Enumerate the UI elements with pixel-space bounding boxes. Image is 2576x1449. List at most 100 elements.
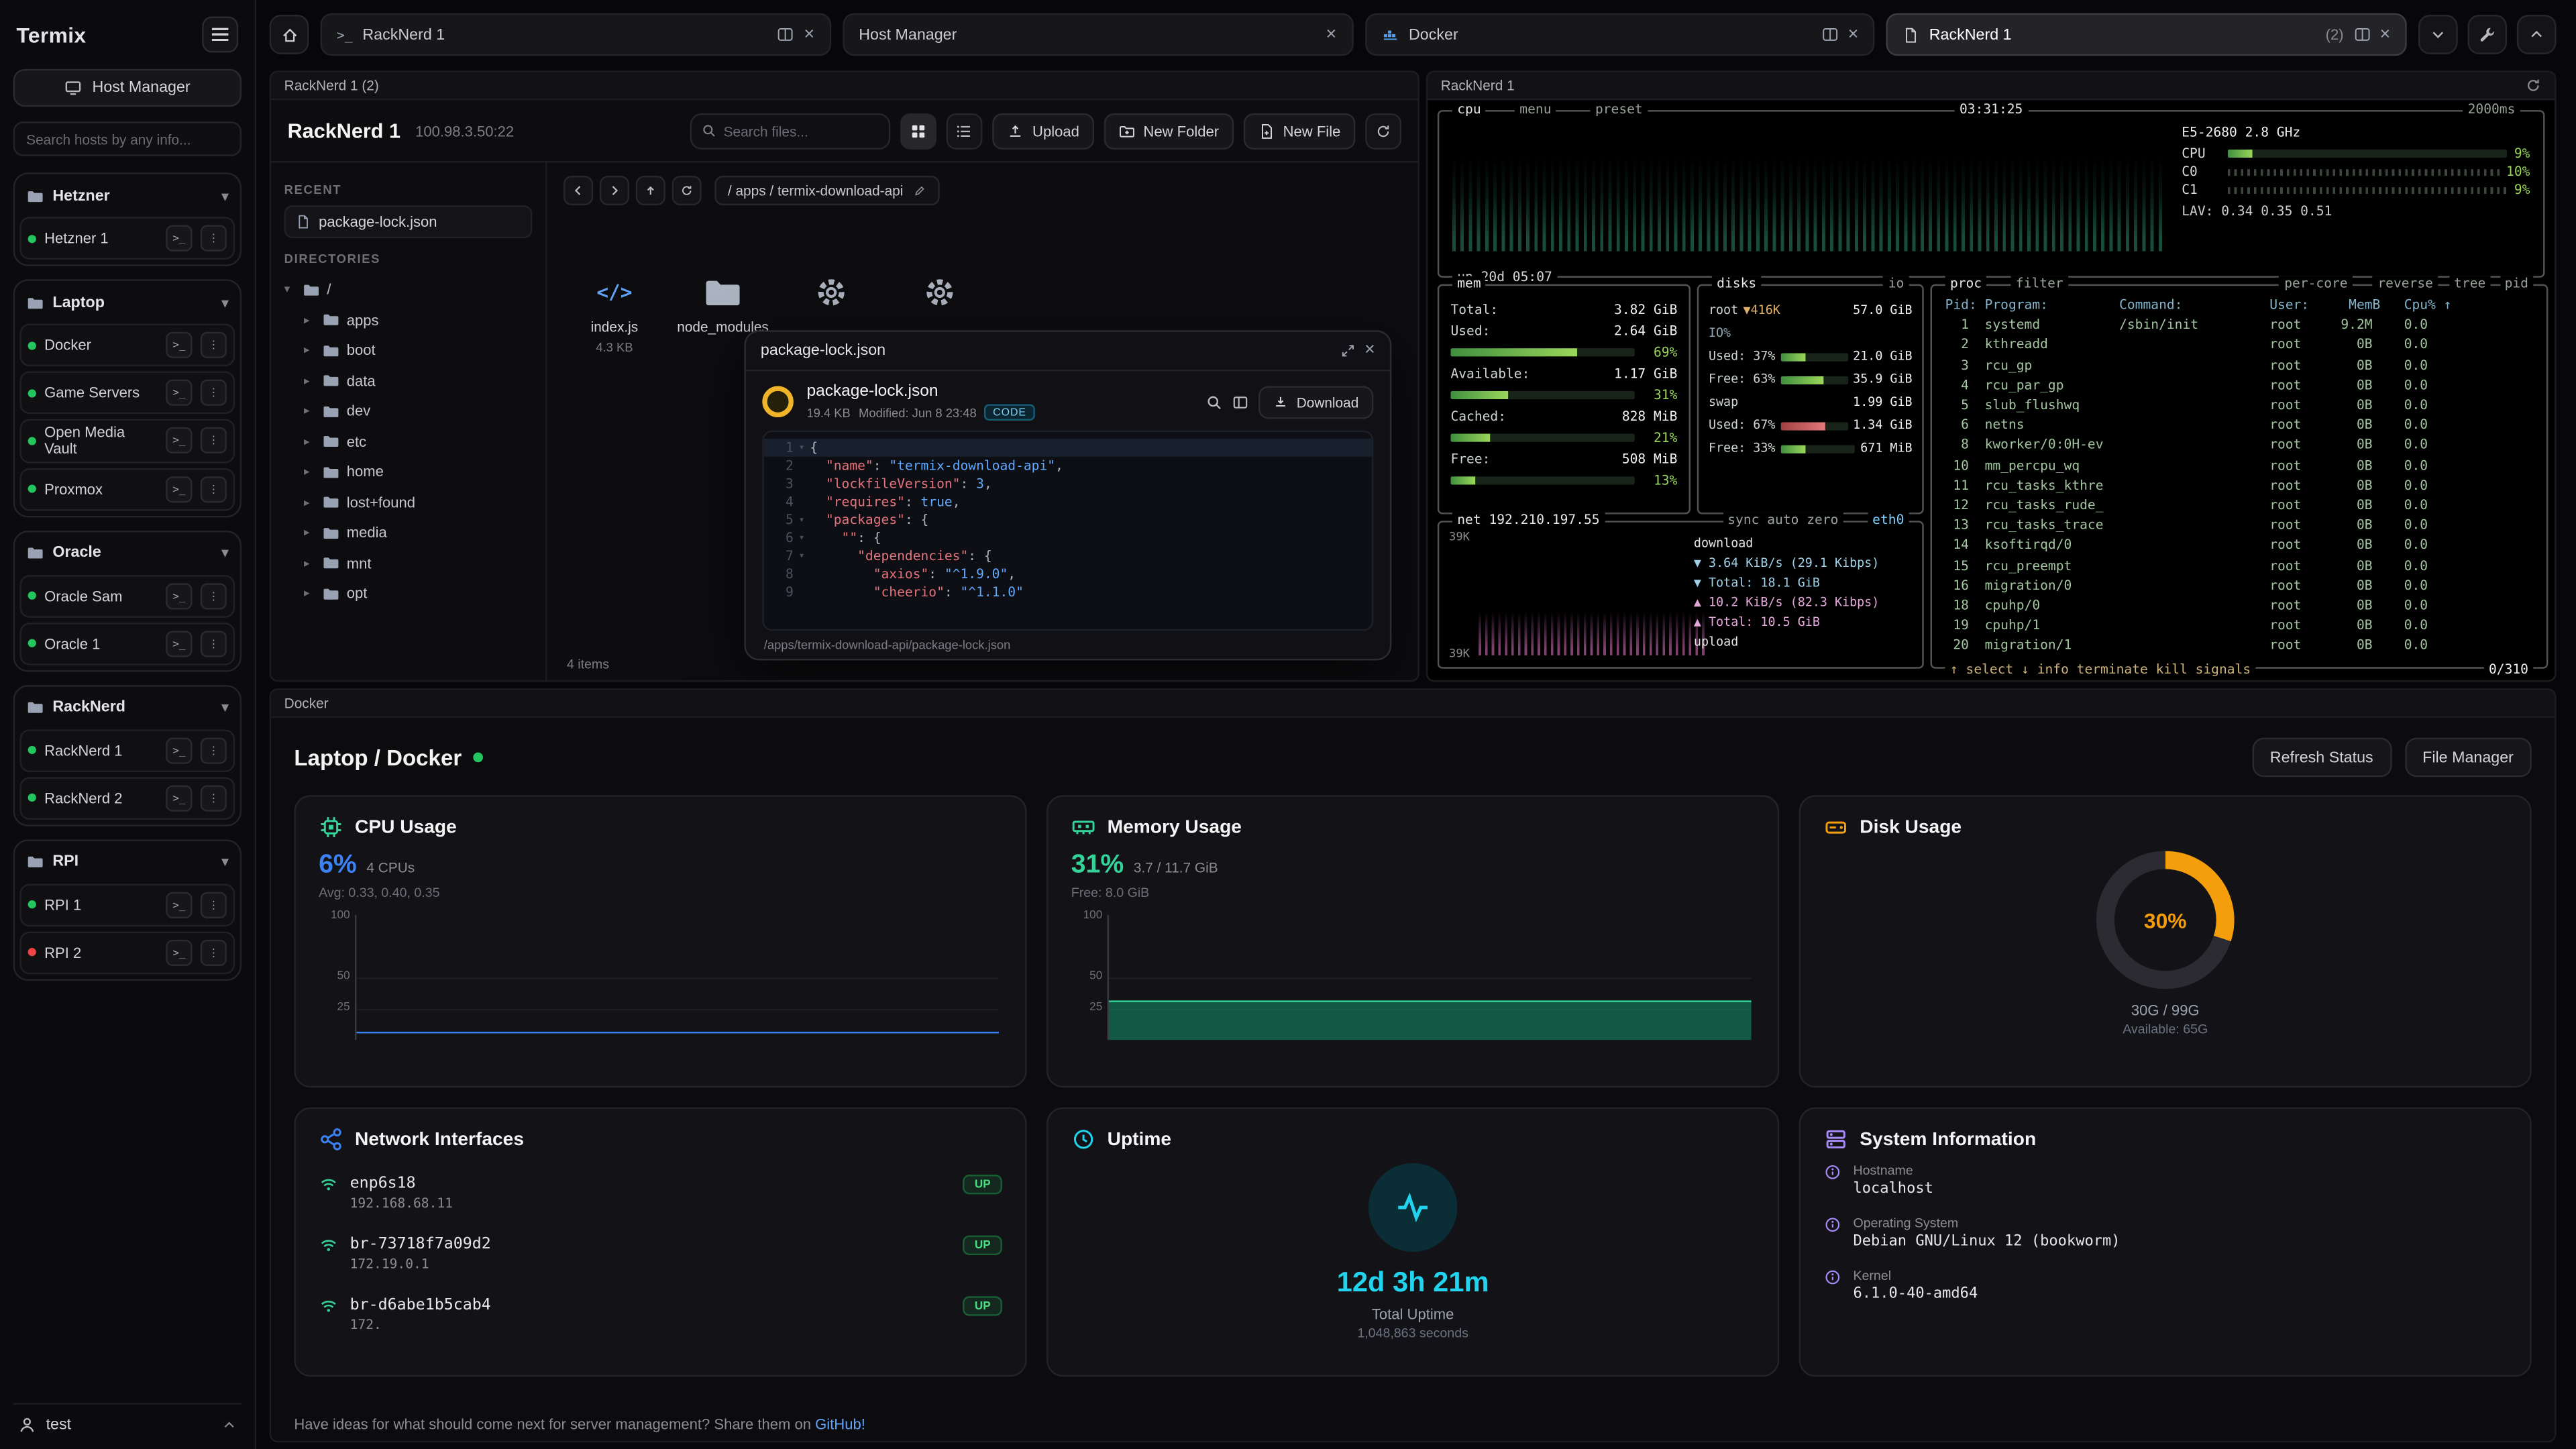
collapse-button[interactable] (2517, 15, 2557, 54)
close-icon[interactable]: × (1326, 25, 1336, 44)
connect-terminal-button[interactable]: >_ (166, 380, 192, 406)
chevron-down-icon[interactable]: ▾ (222, 546, 229, 561)
tab-host-manager[interactable]: Host Manager × (843, 13, 1353, 56)
tree-item-apps[interactable]: ▸apps (284, 305, 533, 335)
reload-button[interactable] (672, 176, 702, 205)
github-link[interactable]: GitHub! (815, 1416, 865, 1432)
download-button[interactable]: Download (1258, 385, 1373, 418)
upload-button[interactable]: Upload (993, 113, 1094, 149)
chevron-down-icon[interactable]: ▾ (222, 188, 229, 203)
host-menu-button[interactable]: ⋮ (201, 332, 227, 358)
list-view-button[interactable] (947, 113, 983, 149)
host-menu-button[interactable]: ⋮ (201, 476, 227, 502)
tree-item-media[interactable]: ▸media (284, 517, 533, 547)
chevron-down-icon[interactable]: ▾ (222, 855, 229, 869)
home-button[interactable] (270, 15, 309, 54)
back-button[interactable] (564, 176, 593, 205)
tree-item-boot[interactable]: ▸boot (284, 335, 533, 366)
tools-button[interactable] (2467, 15, 2507, 54)
terminal[interactable]: cpu menu preset 03:31:25 2000ms E5-2680 … (1428, 100, 2555, 680)
tree-item-data[interactable]: ▸data (284, 366, 533, 396)
close-icon[interactable]: × (1848, 25, 1859, 44)
split-view-icon[interactable] (2353, 26, 2369, 42)
host-search-input[interactable] (13, 121, 241, 156)
host-row[interactable]: RPI 1 >_ ⋮ (19, 883, 235, 926)
refresh-status-button[interactable]: Refresh Status (2252, 738, 2392, 777)
edit-path-icon[interactable] (913, 184, 926, 197)
connect-terminal-button[interactable]: >_ (166, 631, 192, 657)
host-menu-button[interactable]: ⋮ (201, 428, 227, 454)
host-manager-button[interactable]: Host Manager (13, 69, 241, 107)
tree-item-opt[interactable]: ▸opt (284, 578, 533, 608)
tab-docker[interactable]: Docker × (1364, 13, 1875, 56)
host-row[interactable]: Game Servers >_ ⋮ (19, 371, 235, 414)
connect-terminal-button[interactable]: >_ (166, 583, 192, 609)
host-menu-button[interactable]: ⋮ (201, 892, 227, 918)
host-menu-button[interactable]: ⋮ (201, 737, 227, 763)
group-header[interactable]: Hetzner ▾ (19, 179, 235, 212)
new-folder-button[interactable]: New Folder (1104, 113, 1234, 149)
grid-view-button[interactable] (901, 113, 937, 149)
connect-terminal-button[interactable]: >_ (166, 785, 192, 811)
chevron-down-icon[interactable]: ▾ (222, 295, 229, 310)
host-row[interactable]: Proxmox >_ ⋮ (19, 468, 235, 511)
host-row[interactable]: Docker >_ ⋮ (19, 323, 235, 366)
tree-root[interactable]: ▾ / (284, 274, 533, 305)
host-menu-button[interactable]: ⋮ (201, 225, 227, 252)
host-menu-button[interactable]: ⋮ (201, 785, 227, 811)
reader-view-icon[interactable] (1232, 394, 1248, 410)
split-view-icon[interactable] (777, 26, 794, 42)
tab-list-button[interactable] (2418, 15, 2458, 54)
connect-terminal-button[interactable]: >_ (166, 332, 192, 358)
new-file-button[interactable]: New File (1244, 113, 1356, 149)
host-row[interactable]: Open Media Vault >_ ⋮ (19, 419, 235, 462)
search-in-file-icon[interactable] (1206, 394, 1222, 410)
up-button[interactable] (636, 176, 665, 205)
host-menu-button[interactable]: ⋮ (201, 380, 227, 406)
connect-terminal-button[interactable]: >_ (166, 428, 192, 454)
host-row[interactable]: Oracle 1 >_ ⋮ (19, 622, 235, 665)
host-row[interactable]: RackNerd 2 >_ ⋮ (19, 777, 235, 820)
recent-file-item[interactable]: package-lock.json (284, 205, 533, 238)
sidebar-menu-button[interactable] (202, 16, 238, 52)
tab-racknerd1-files[interactable]: RackNerd 1 (2) × (1886, 13, 2407, 56)
split-view-icon[interactable] (1821, 26, 1837, 42)
breadcrumb[interactable]: / apps / termix-download-api (714, 176, 939, 205)
close-icon[interactable]: × (1364, 341, 1375, 360)
tab-racknerd1-terminal[interactable]: >_ RackNerd 1 × (321, 13, 831, 56)
host-row[interactable]: Hetzner 1 >_ ⋮ (19, 217, 235, 260)
host-menu-button[interactable]: ⋮ (201, 583, 227, 609)
connect-terminal-button[interactable]: >_ (166, 892, 192, 918)
file-tile-indexjs[interactable]: </> index.js 4.3 KB (567, 268, 662, 354)
connect-terminal-button[interactable]: >_ (166, 225, 192, 252)
code-preview[interactable]: 1▾{ 2 "name": "termix-download-api", 3 "… (762, 431, 1373, 631)
tree-item-lostfound[interactable]: ▸lost+found (284, 487, 533, 517)
sync-icon[interactable] (2525, 77, 2541, 93)
tree-item-etc[interactable]: ▸etc (284, 427, 533, 457)
group-header[interactable]: Laptop ▾ (19, 286, 235, 319)
close-icon[interactable]: × (804, 25, 814, 44)
close-icon[interactable]: × (2379, 25, 2390, 44)
forward-button[interactable] (600, 176, 629, 205)
file-manager-button[interactable]: File Manager (2404, 738, 2532, 777)
host-row[interactable]: RPI 2 >_ ⋮ (19, 931, 235, 974)
connect-terminal-button[interactable]: >_ (166, 939, 192, 965)
chevron-down-icon[interactable]: ▾ (222, 700, 229, 715)
tree-item-home[interactable]: ▸home (284, 457, 533, 487)
host-row[interactable]: Oracle Sam >_ ⋮ (19, 574, 235, 617)
tree-item-mnt[interactable]: ▸mnt (284, 548, 533, 578)
group-header[interactable]: Oracle ▾ (19, 537, 235, 570)
host-menu-button[interactable]: ⋮ (201, 631, 227, 657)
disk-usage-card: Disk Usage 30% 30G / 99G Available: 65G (1799, 795, 2532, 1087)
tree-item-dev[interactable]: ▸dev (284, 396, 533, 426)
refresh-button[interactable] (1365, 113, 1401, 149)
group-header[interactable]: RackNerd ▾ (19, 691, 235, 724)
expand-icon[interactable] (1340, 343, 1354, 358)
connect-terminal-button[interactable]: >_ (166, 476, 192, 502)
group-header[interactable]: RPI ▾ (19, 845, 235, 878)
file-search-input[interactable] (724, 122, 880, 138)
connect-terminal-button[interactable]: >_ (166, 737, 192, 763)
host-menu-button[interactable]: ⋮ (201, 939, 227, 965)
user-footer[interactable]: test (13, 1403, 241, 1436)
host-row[interactable]: RackNerd 1 >_ ⋮ (19, 729, 235, 772)
